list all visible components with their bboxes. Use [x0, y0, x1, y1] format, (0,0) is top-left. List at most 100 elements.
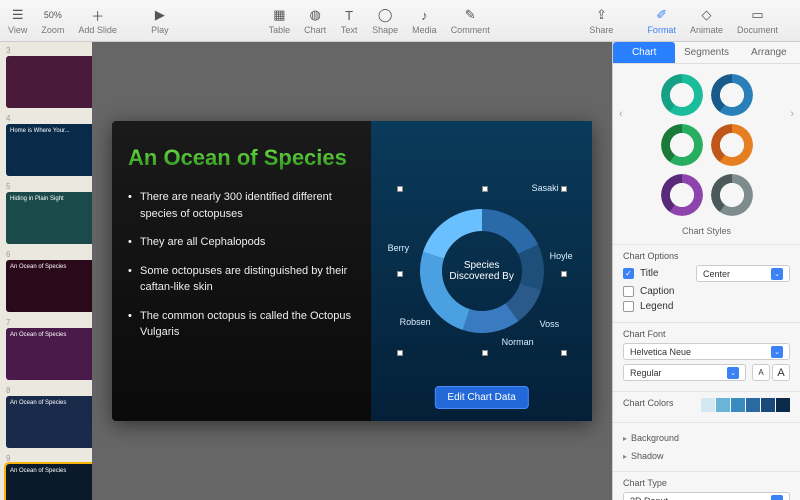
color-swatch[interactable]	[761, 398, 775, 412]
format-button[interactable]: ✐Format	[647, 6, 676, 35]
play-icon: ▶	[151, 6, 169, 24]
styles-next[interactable]: ›	[790, 108, 794, 120]
comment-icon: ✎	[461, 6, 479, 24]
brush-icon: ✐	[653, 6, 671, 24]
chart-options-heading: Chart Options	[623, 251, 790, 261]
animate-icon: ◇	[697, 6, 715, 24]
view-button[interactable]: ☰View	[8, 6, 27, 35]
tab-arrange[interactable]: Arrange	[738, 42, 800, 63]
chart-style-option[interactable]	[661, 74, 703, 116]
color-swatch[interactable]	[776, 398, 790, 412]
segment-label: Berry	[388, 243, 410, 253]
zoom-value: 50%	[44, 6, 62, 24]
view-icon: ☰	[9, 6, 27, 24]
font-larger-button[interactable]: A	[772, 364, 790, 381]
background-disclosure[interactable]: Background	[623, 429, 790, 447]
title-align-select[interactable]: Center⌄	[696, 265, 790, 282]
slide-thumbnail[interactable]: An Ocean of Species	[6, 260, 92, 312]
thumb-number: 4	[6, 114, 86, 123]
color-swatch[interactable]	[746, 398, 760, 412]
chart-styles-label: Chart Styles	[613, 226, 800, 236]
add-slide-button[interactable]: ＋Add Slide	[78, 6, 117, 35]
font-family-select[interactable]: Helvetica Neue⌄	[623, 343, 790, 360]
chart-icon: ◍	[306, 6, 324, 24]
caption-checkbox[interactable]	[623, 286, 634, 297]
segment-label: Hoyle	[550, 251, 573, 261]
chart-styles: ‹ ›	[613, 64, 800, 226]
shadow-disclosure[interactable]: Shadow	[623, 447, 790, 465]
color-swatch[interactable]	[716, 398, 730, 412]
chart-style-option[interactable]	[661, 174, 703, 216]
slide-navigator[interactable]: 34Home is Where Your...5Hiding in Plain …	[0, 42, 92, 500]
bullet-list[interactable]: There are nearly 300 identified differen…	[128, 189, 355, 341]
canvas: An Ocean of Species There are nearly 300…	[92, 42, 612, 500]
donut-chart[interactable]: Species Discovered By Sasaki Hoyle Voss Nor…	[382, 171, 582, 371]
thumb-number: 3	[6, 46, 86, 55]
font-smaller-button[interactable]: A	[752, 364, 770, 381]
thumb-number: 6	[6, 250, 86, 259]
slide-title[interactable]: An Ocean of Species	[128, 145, 355, 171]
title-checkbox[interactable]: ✓	[623, 268, 634, 279]
styles-prev[interactable]: ‹	[619, 108, 623, 120]
table-button[interactable]: ▦Table	[269, 6, 291, 35]
current-slide[interactable]: An Ocean of Species There are nearly 300…	[112, 121, 592, 421]
bullet-item[interactable]: Some octopuses are distinguished by thei…	[128, 263, 355, 296]
title-label: Title	[640, 268, 690, 279]
chart-title: Species Discovered By	[382, 171, 582, 371]
format-inspector: Chart Segments Arrange ‹ › Chart Styles …	[612, 42, 800, 500]
text-icon: T	[340, 6, 358, 24]
document-button[interactable]: ▭Document	[737, 6, 778, 35]
tab-segments[interactable]: Segments	[675, 42, 737, 63]
font-weight-select[interactable]: Regular⌄	[623, 364, 746, 381]
color-swatch[interactable]	[731, 398, 745, 412]
color-swatch[interactable]	[701, 398, 715, 412]
edit-chart-data-button[interactable]: Edit Chart Data	[434, 386, 528, 409]
shape-icon: ◯	[376, 6, 394, 24]
comment-button[interactable]: ✎Comment	[451, 6, 490, 35]
legend-label: Legend	[640, 301, 673, 312]
document-icon: ▭	[749, 6, 767, 24]
segment-label: Sasaki	[532, 183, 559, 193]
chart-style-option[interactable]	[711, 74, 753, 116]
thumb-number: 9	[6, 454, 86, 463]
media-button[interactable]: ♪Media	[412, 6, 437, 35]
bullet-item[interactable]: They are all Cephalopods	[128, 234, 355, 251]
share-icon: ⇪	[592, 6, 610, 24]
play-button[interactable]: ▶Play	[151, 6, 169, 35]
bullet-item[interactable]: The common octopus is called the Octopus…	[128, 308, 355, 341]
segment-label: Robsen	[400, 317, 431, 327]
zoom-button[interactable]: 50%Zoom	[41, 6, 64, 35]
slide-thumbnail[interactable]: An Ocean of Species	[6, 328, 92, 380]
legend-checkbox[interactable]	[623, 301, 634, 312]
chart-colors-heading: Chart Colors	[623, 398, 674, 408]
chart-button[interactable]: ◍Chart	[304, 6, 326, 35]
tab-chart[interactable]: Chart	[613, 42, 675, 63]
chart-style-option[interactable]	[711, 174, 753, 216]
color-swatches[interactable]	[701, 398, 790, 412]
thumb-number: 8	[6, 386, 86, 395]
slide-thumbnail[interactable]: An Ocean of Species	[6, 396, 92, 448]
thumb-number: 7	[6, 318, 86, 327]
chart-style-option[interactable]	[661, 124, 703, 166]
chart-style-option[interactable]	[711, 124, 753, 166]
share-button[interactable]: ⇪Share	[589, 6, 613, 35]
plus-icon: ＋	[89, 6, 107, 24]
toolbar: ☰View 50%Zoom ＋Add Slide ▶Play ▦Table ◍C…	[0, 0, 800, 42]
chart-type-heading: Chart Type	[623, 478, 790, 488]
segment-label: Norman	[502, 337, 534, 347]
slide-thumbnail[interactable]: Hiding in Plain Sight	[6, 192, 92, 244]
segment-label: Voss	[540, 319, 560, 329]
slide-thumbnail[interactable]	[6, 56, 92, 108]
chart-type-select[interactable]: 2D Donut⌄	[623, 492, 790, 500]
animate-button[interactable]: ◇Animate	[690, 6, 723, 35]
bullet-item[interactable]: There are nearly 300 identified differen…	[128, 189, 355, 222]
shape-button[interactable]: ◯Shape	[372, 6, 398, 35]
caption-label: Caption	[640, 286, 674, 297]
slide-thumbnail[interactable]: Home is Where Your...	[6, 124, 92, 176]
chart-font-heading: Chart Font	[623, 329, 790, 339]
media-icon: ♪	[415, 6, 433, 24]
table-icon: ▦	[270, 6, 288, 24]
inspector-tabs: Chart Segments Arrange	[613, 42, 800, 64]
slide-thumbnail[interactable]: An Ocean of Species	[6, 464, 92, 500]
text-button[interactable]: TText	[340, 6, 358, 35]
